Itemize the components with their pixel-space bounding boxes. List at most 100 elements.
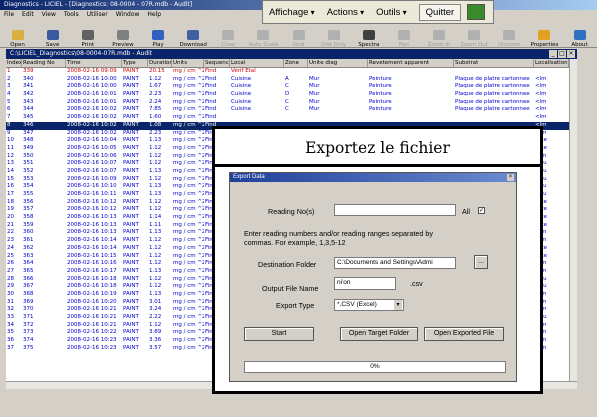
table-cell: 2008-02-16 10:21 bbox=[67, 321, 117, 328]
menu-item-help[interactable]: Help bbox=[147, 11, 161, 18]
table-row[interactable]: 2 340 2008-02-16 10:00 PAINT 1.12 mg / cm ^2 F… bbox=[6, 76, 569, 84]
table-cell: 1.12 bbox=[149, 198, 162, 205]
table-cell: 371 bbox=[23, 314, 34, 320]
preview-button[interactable]: Preview bbox=[105, 20, 140, 48]
table-cell bbox=[284, 68, 308, 76]
table-cell: 355 bbox=[23, 191, 34, 197]
table-cell: Peinture bbox=[369, 83, 392, 90]
table-cell: Cuisine bbox=[231, 106, 252, 113]
restore-button[interactable]: □ bbox=[558, 50, 566, 58]
table-cell: 363 bbox=[23, 252, 34, 259]
download-button[interactable]: Download bbox=[176, 20, 211, 48]
chevron-down-icon[interactable]: ▾ bbox=[394, 300, 402, 310]
table-row[interactable]: 5 343 2008-02-16 10:01 PAINT 2.24 mg / cm ^2 F… bbox=[6, 99, 569, 107]
table-cell: Find bbox=[205, 68, 217, 74]
table-row[interactable]: 6 344 2008-02-16 10:02 PAINT 7.85 mg / cm ^2 F… bbox=[6, 106, 569, 114]
column-header[interactable]: Revetement apparent bbox=[368, 59, 454, 67]
column-header[interactable]: Sequence bbox=[204, 59, 230, 67]
play-icon bbox=[152, 30, 165, 40]
destination-input[interactable]: C:\Documents and Settings\Admi bbox=[334, 257, 456, 269]
table-cell bbox=[284, 114, 308, 122]
start-button[interactable]: Start bbox=[244, 327, 314, 341]
dialog-close-button[interactable]: × bbox=[507, 174, 514, 181]
spectra-button[interactable]: Spectra bbox=[351, 20, 386, 48]
table-cell: 2008-02-16 10:12 bbox=[67, 206, 117, 213]
display-menu[interactable]: Affichage bbox=[263, 7, 321, 18]
table-cell: C bbox=[285, 83, 289, 90]
grid-button[interactable]: Grid bbox=[281, 20, 316, 48]
export-type-select[interactable]: *.CSV (Excel) ▾ bbox=[334, 299, 404, 311]
all-checkbox[interactable]: ✓ bbox=[478, 207, 485, 214]
table-cell: mg / cm ^2 bbox=[173, 114, 204, 121]
column-header[interactable]: Reading No bbox=[22, 59, 66, 67]
table-cell: 1.13 bbox=[149, 167, 162, 174]
table-cell: mg / cm ^2 bbox=[173, 260, 204, 267]
column-header[interactable]: Localisation bbox=[534, 59, 569, 67]
table-cell: Plaque de platre cartonnee bbox=[455, 83, 530, 90]
tutorial-caption: Exportez le fichier bbox=[215, 129, 540, 167]
zoom-out-button[interactable]: Zoom Out bbox=[457, 20, 492, 48]
column-header[interactable]: Unite diag bbox=[308, 59, 368, 67]
minimize-button[interactable]: _ bbox=[549, 50, 557, 58]
play-button[interactable]: Play bbox=[141, 20, 176, 48]
clear-button[interactable]: Clear bbox=[211, 20, 246, 48]
menu-item-view[interactable]: View bbox=[42, 11, 56, 18]
print-button[interactable]: Print bbox=[70, 20, 105, 48]
column-header[interactable]: Local bbox=[230, 59, 284, 67]
table-cell: 16 bbox=[7, 183, 14, 190]
table-row[interactable]: 1 339 2008-02-16 09:09 PAINT 20.15 mg / cm ^2… bbox=[6, 68, 569, 76]
table-row[interactable]: 7 345 2008-02-16 10:02 PAINT 1.60 mg / cm ^2 F… bbox=[6, 114, 569, 122]
table-cell bbox=[454, 68, 534, 76]
menu-item-utiliser[interactable]: Utiliser bbox=[87, 11, 108, 18]
table-cell: C bbox=[285, 106, 289, 113]
column-header[interactable]: Units bbox=[172, 59, 204, 67]
column-header[interactable]: Time bbox=[66, 59, 122, 67]
column-header[interactable]: Type bbox=[122, 59, 148, 67]
column-header[interactable]: Duration bbox=[148, 59, 172, 67]
table-cell: Find bbox=[205, 98, 217, 105]
table-row[interactable]: 3 341 2008-02-16 10:00 PAINT 1.67 mg / cm ^2 F… bbox=[6, 83, 569, 91]
reading-input[interactable] bbox=[334, 204, 456, 216]
menu-item-file[interactable]: File bbox=[4, 11, 14, 18]
menu-item-tools[interactable]: Tools bbox=[64, 11, 79, 18]
pan-button[interactable]: Pan bbox=[386, 20, 421, 48]
table-cell: Find bbox=[205, 83, 217, 90]
table-cell: 361 bbox=[23, 237, 34, 244]
table-cell: mg / cm ^2 bbox=[173, 298, 204, 305]
open-button[interactable]: Open bbox=[0, 20, 35, 48]
dist-only-button[interactable]: Dist Only bbox=[316, 20, 351, 48]
table-cell: Peinture bbox=[369, 75, 392, 82]
table-row[interactable]: 4 342 2008-02-16 10:01 PAINT 2.23 mg / cm ^2 F… bbox=[6, 91, 569, 99]
browse-button[interactable]: ... bbox=[474, 255, 488, 269]
diamond-icon[interactable] bbox=[467, 4, 486, 20]
actions-menu[interactable]: Actions bbox=[321, 7, 370, 18]
open-target-folder-button[interactable]: Open Target Folder bbox=[340, 327, 418, 341]
quit-button[interactable]: Quitter bbox=[418, 3, 462, 21]
filename-input[interactable]: ni'on bbox=[334, 277, 396, 290]
table-cell: 2008-02-16 10:16 bbox=[67, 260, 117, 267]
auto-scale-button[interactable]: Auto Scale bbox=[246, 20, 281, 48]
unzoom-button[interactable]: Unzoom bbox=[492, 20, 527, 48]
zoom-in-button[interactable]: Zoom In bbox=[422, 20, 457, 48]
menu-item-window[interactable]: Window bbox=[116, 11, 140, 18]
table-cell: Peinture bbox=[369, 98, 392, 105]
table-cell: <lm bbox=[535, 98, 547, 105]
properties-button[interactable]: Properties bbox=[527, 20, 562, 48]
table-cell: mg / cm ^2 bbox=[173, 290, 204, 297]
toolbar-label: About bbox=[571, 42, 588, 48]
column-header[interactable]: Substrat bbox=[454, 59, 534, 67]
table-cell: Mur bbox=[309, 106, 320, 113]
table-cell: mg / cm ^2 bbox=[173, 337, 204, 344]
about-button[interactable]: About bbox=[562, 20, 597, 48]
table-cell: 2008-02-16 10:05 bbox=[67, 144, 117, 151]
save-button[interactable]: Save bbox=[35, 20, 70, 48]
table-cell: 348 bbox=[23, 137, 34, 144]
vertical-scrollbar[interactable] bbox=[569, 59, 577, 381]
column-header[interactable]: Index bbox=[6, 59, 22, 67]
open-exported-file-button[interactable]: Open Exported File bbox=[424, 327, 504, 341]
close-button[interactable]: × bbox=[567, 50, 575, 58]
menu-item-edit[interactable]: Edit bbox=[22, 11, 34, 18]
tools-menu[interactable]: Outils bbox=[370, 7, 413, 18]
column-header[interactable]: Zone bbox=[284, 59, 308, 67]
table-cell: mg / cm ^2 bbox=[173, 129, 204, 136]
